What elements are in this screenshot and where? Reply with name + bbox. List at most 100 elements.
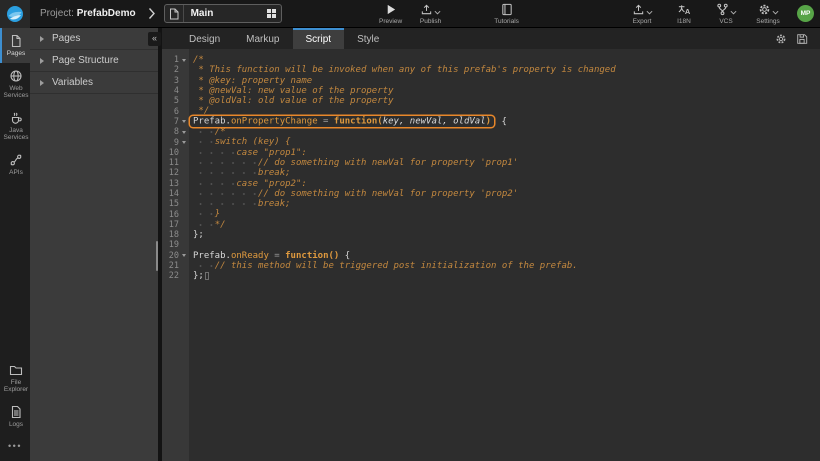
gutter-line[interactable]: 19 [162, 240, 189, 250]
panel-scrollbar[interactable] [156, 241, 158, 271]
sidebar-item-pages[interactable]: Pages [0, 28, 30, 63]
publish-upload-icon [420, 3, 433, 16]
code-line-3[interactable]: * @key: property name [193, 76, 820, 86]
gutter-line[interactable]: 4 [162, 86, 189, 96]
line-number: 8 [162, 127, 179, 137]
tab-script[interactable]: Script [293, 28, 345, 49]
sidebar-item-apis[interactable]: APIs [0, 147, 30, 182]
user-avatar[interactable]: MP [797, 5, 814, 22]
code-line-11[interactable]: // do something with newVal for property… [193, 158, 820, 168]
code-line-10[interactable]: case "prop1": [193, 148, 820, 158]
code-editor[interactable]: 12345678910111213141516171819202122 /* *… [162, 49, 820, 461]
code-line-8[interactable]: /* [193, 127, 820, 137]
code-line-5[interactable]: * @oldVal: old value of the property [193, 96, 820, 106]
save-button[interactable] [796, 33, 808, 45]
gutter-line[interactable]: 22 [162, 271, 189, 281]
editor-code[interactable]: /* * This function will be invoked when … [189, 49, 820, 461]
page-selector[interactable]: Main [164, 4, 282, 23]
code-line-7[interactable]: Prefab.onPropertyChange = function(key, … [193, 117, 820, 127]
project-label: Project: [40, 8, 74, 19]
gutter-line[interactable]: 15 [162, 199, 189, 209]
tab-design[interactable]: Design [176, 28, 233, 49]
gutter-line[interactable]: 9 [162, 137, 189, 147]
line-number: 2 [162, 65, 179, 75]
gear-icon [775, 33, 787, 45]
collapse-panel-button[interactable]: « [148, 32, 161, 46]
tab-style[interactable]: Style [344, 28, 392, 49]
sidebar-item-label: Java Services [2, 127, 30, 142]
caret-down-icon [646, 10, 653, 15]
gutter-line[interactable]: 12 [162, 168, 189, 178]
fold-marker-icon[interactable] [179, 120, 188, 123]
line-number: 11 [162, 158, 179, 168]
gutter-line[interactable]: 10 [162, 148, 189, 158]
publish-button[interactable]: Publish [414, 2, 448, 25]
fold-marker-icon[interactable] [179, 59, 188, 62]
gutter-line[interactable]: 6 [162, 106, 189, 116]
gutter-line[interactable]: 7 [162, 117, 189, 127]
panel-section-pages[interactable]: Pages [30, 28, 158, 50]
settings-button[interactable]: Settings [751, 2, 785, 25]
fold-marker-icon[interactable] [179, 141, 188, 144]
tab-markup[interactable]: Markup [233, 28, 292, 49]
java-services-icon [9, 111, 23, 125]
caret-down-icon [730, 10, 737, 15]
sidebar-item-file-explorer[interactable]: File Explorer [0, 357, 30, 399]
code-line-17[interactable]: */ [193, 220, 820, 230]
tutorials-button[interactable]: Tutorials [490, 2, 524, 25]
gutter-line[interactable]: 20 [162, 251, 189, 261]
code-line-20[interactable]: Prefab.onReady = function() { [193, 251, 820, 261]
preview-button[interactable]: Preview [374, 2, 408, 25]
code-line-2[interactable]: * This function will be invoked when any… [193, 65, 820, 75]
gutter-line[interactable]: 3 [162, 76, 189, 86]
gutter-line[interactable]: 17 [162, 220, 189, 230]
grid-icon[interactable] [263, 8, 281, 19]
code-line-19[interactable] [193, 240, 820, 250]
sidebar-item-logs[interactable]: Logs [0, 399, 30, 434]
panel-section-label: Variables [52, 77, 93, 88]
gutter-line[interactable]: 11 [162, 158, 189, 168]
wavemaker-logo-icon [6, 5, 24, 23]
gutter-line[interactable]: 14 [162, 189, 189, 199]
tutorials-label: Tutorials [494, 18, 519, 25]
code-line-14[interactable]: // do something with newVal for property… [193, 189, 820, 199]
vcs-button[interactable]: VCS [709, 2, 743, 25]
publish-label: Publish [420, 18, 441, 25]
gutter-line[interactable]: 8 [162, 127, 189, 137]
gutter-line[interactable]: 2 [162, 65, 189, 75]
fold-marker-icon[interactable] [179, 131, 188, 134]
export-button[interactable]: Export [625, 2, 659, 25]
code-line-1[interactable]: /* [193, 55, 820, 65]
line-number: 5 [162, 96, 179, 106]
code-line-9[interactable]: switch (key) { [193, 137, 820, 147]
panel-section-page-structure[interactable]: Page Structure [30, 50, 158, 72]
code-line-12[interactable]: break; [193, 168, 820, 178]
gutter-line[interactable]: 18 [162, 230, 189, 240]
code-line-4[interactable]: * @newVal: new value of the property [193, 86, 820, 96]
app-logo[interactable] [0, 0, 30, 28]
code-line-21[interactable]: // this method will be triggered post in… [193, 261, 820, 271]
code-line-15[interactable]: break; [193, 199, 820, 209]
code-line-22[interactable]: }; [193, 271, 820, 281]
gutter-line[interactable]: 16 [162, 209, 189, 219]
export-upload-icon [632, 3, 645, 16]
sidebar-item-java-services[interactable]: Java Services [0, 105, 30, 147]
code-line-16[interactable]: } [193, 209, 820, 219]
gutter-line[interactable]: 21 [162, 261, 189, 271]
line-number: 13 [162, 179, 179, 189]
more-button[interactable]: ••• [0, 433, 30, 461]
code-line-18[interactable]: }; [193, 230, 820, 240]
gutter-line[interactable]: 5 [162, 96, 189, 106]
panel-section-variables[interactable]: Variables [30, 72, 158, 94]
gutter-line[interactable]: 1 [162, 55, 189, 65]
sidebar-item-label: Logs [2, 421, 30, 429]
panel-section-label: Pages [52, 33, 80, 44]
sidebar-item-web-services[interactable]: Web Services [0, 63, 30, 105]
caret-down-icon [772, 10, 779, 15]
line-number: 19 [162, 240, 179, 250]
gutter-line[interactable]: 13 [162, 179, 189, 189]
script-settings-button[interactable] [775, 33, 787, 45]
i18n-button[interactable]: A I18N [667, 2, 701, 25]
code-line-13[interactable]: case "prop2": [193, 179, 820, 189]
fold-marker-icon[interactable] [179, 254, 188, 257]
